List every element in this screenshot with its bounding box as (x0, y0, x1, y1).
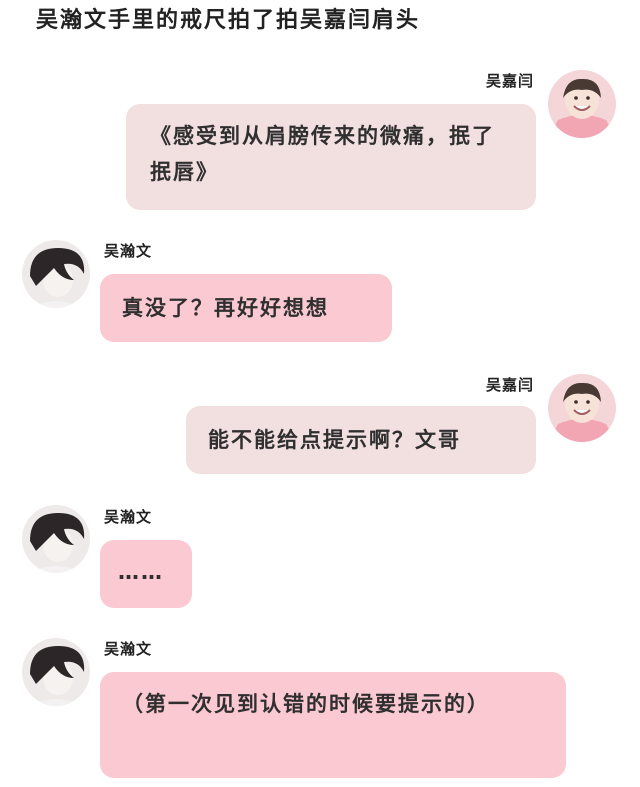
dark-hair-boy-avatar-icon[interactable] (22, 505, 90, 573)
sender-name: 吴嘉闫 (485, 72, 534, 90)
message-bubble: …… (100, 540, 192, 608)
sender-name: 吴瀚文 (104, 242, 153, 260)
dark-hair-boy-avatar-icon[interactable] (22, 638, 90, 706)
message-text: 真没了？再好好想想 (122, 296, 329, 320)
smiling-boy-avatar-icon[interactable] (548, 374, 616, 442)
message-text: （第一次见到认错的时候要提示的） (122, 692, 490, 716)
message-bubble: 真没了？再好好想想 (100, 274, 392, 342)
dark-hair-boy-avatar-icon[interactable] (22, 240, 90, 308)
message-text: 《感受到从肩膀传来的微痛，抿了抿唇》 (150, 124, 495, 184)
sender-name: 吴瀚文 (104, 508, 153, 526)
sender-name: 吴嘉闫 (485, 376, 534, 394)
narration-text: 吴瀚文手里的戒尺拍了拍吴嘉闫肩头 (36, 8, 421, 33)
message-bubble: 能不能给点提示啊？文哥 (186, 406, 536, 474)
message-text: …… (118, 560, 164, 584)
smiling-boy-avatar-icon[interactable] (548, 70, 616, 138)
message-bubble: （第一次见到认错的时候要提示的） (100, 672, 566, 778)
message-bubble: 《感受到从肩膀传来的微痛，抿了抿唇》 (126, 104, 536, 210)
sender-name: 吴瀚文 (104, 640, 153, 658)
message-text: 能不能给点提示啊？文哥 (208, 428, 461, 452)
